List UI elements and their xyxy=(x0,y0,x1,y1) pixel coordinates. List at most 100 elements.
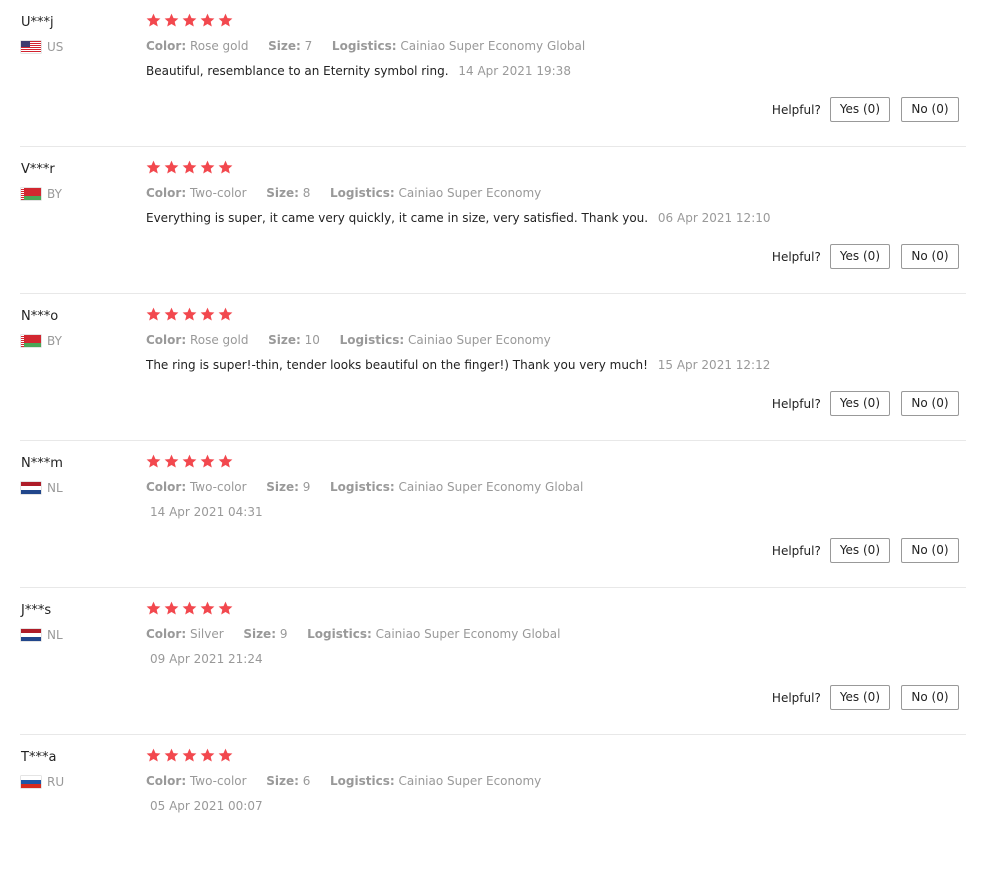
reviewer-name: T***a xyxy=(21,750,57,765)
star-icon xyxy=(200,307,215,322)
country-code: US xyxy=(47,40,64,54)
star-rating xyxy=(146,307,236,325)
helpful-yes-button[interactable]: Yes (0) xyxy=(829,244,890,269)
star-icon xyxy=(146,307,161,322)
helpful-no-button[interactable]: No (0) xyxy=(901,391,959,416)
color-label: Color: xyxy=(146,39,187,53)
product-specs: Color: Two-color Size: 8 Logistics: Cain… xyxy=(146,184,541,202)
reviewer-name: U***j xyxy=(21,15,54,30)
color-label: Color: xyxy=(146,774,187,788)
belarus-flag-icon xyxy=(21,188,41,200)
helpful-no-button[interactable]: No (0) xyxy=(901,244,959,269)
review-feedback: The ring is super!-thin, tender looks be… xyxy=(146,356,770,374)
helpful-label: Helpful? xyxy=(771,102,821,117)
star-icon xyxy=(182,160,197,175)
size-value: 8 xyxy=(302,186,311,200)
review-item: T***a RU Color: Two-color Size: 6 Logist… xyxy=(0,735,984,882)
helpful-controls: Helpful? Yes (0) No (0) xyxy=(772,538,959,563)
logistics-label: Logistics: xyxy=(331,39,397,53)
helpful-label: Helpful? xyxy=(771,690,821,705)
review-item: V***r BY Color: Two-color Size: 8 Logist… xyxy=(0,147,984,294)
reviewer-country: BY xyxy=(21,333,62,349)
review-feedback: Everything is super, it came very quickl… xyxy=(146,209,771,227)
color-label: Color: xyxy=(146,333,187,347)
reviewer-name: N***m xyxy=(21,456,63,471)
review-item: U***j US Color: Rose gold Size: 7 Logist… xyxy=(0,0,984,147)
color-label: Color: xyxy=(146,186,187,200)
star-icon xyxy=(182,454,197,469)
reviewer-country: NL xyxy=(21,627,63,643)
netherlands-flag-icon xyxy=(21,629,41,641)
star-icon xyxy=(146,13,161,28)
helpful-yes-button[interactable]: Yes (0) xyxy=(829,538,890,563)
review-feedback: Beautiful, resemblance to an Eternity sy… xyxy=(146,62,571,80)
helpful-controls: Helpful? Yes (0) No (0) xyxy=(772,391,959,416)
star-icon xyxy=(164,748,179,763)
review-text: Beautiful, resemblance to an Eternity sy… xyxy=(146,64,449,78)
color-value: Rose gold xyxy=(189,333,249,347)
logistics-label: Logistics: xyxy=(330,480,395,494)
country-code: NL xyxy=(47,481,63,495)
star-icon xyxy=(218,601,233,616)
logistics-value: Cainiao Super Economy xyxy=(398,774,542,788)
reviewer-name: V***r xyxy=(21,162,55,177)
star-icon xyxy=(146,454,161,469)
helpful-no-button[interactable]: No (0) xyxy=(901,538,959,563)
helpful-no-button[interactable]: No (0) xyxy=(901,685,959,710)
reviewer-country: RU xyxy=(21,774,64,790)
color-label: Color: xyxy=(146,480,187,494)
country-code: NL xyxy=(47,628,63,642)
logistics-value: Cainiao Super Economy Global xyxy=(375,627,561,641)
russia-flag-icon xyxy=(21,776,41,788)
color-value: Rose gold xyxy=(189,39,249,53)
review-date: 15 Apr 2021 12:12 xyxy=(657,358,771,372)
size-label: Size: xyxy=(243,627,276,641)
star-icon xyxy=(218,307,233,322)
country-code: RU xyxy=(47,775,65,789)
logistics-label: Logistics: xyxy=(330,186,395,200)
helpful-controls: Helpful? Yes (0) No (0) xyxy=(772,244,959,269)
star-icon xyxy=(182,307,197,322)
logistics-value: Cainiao Super Economy xyxy=(398,186,542,200)
review-date: 05 Apr 2021 00:07 xyxy=(150,799,263,813)
star-icon xyxy=(164,160,179,175)
helpful-yes-button[interactable]: Yes (0) xyxy=(829,685,890,710)
star-rating xyxy=(146,601,236,619)
helpful-yes-button[interactable]: Yes (0) xyxy=(829,97,890,122)
helpful-controls: Helpful? Yes (0) No (0) xyxy=(772,685,959,710)
color-value: Two-color xyxy=(189,480,247,494)
color-label: Color: xyxy=(146,627,187,641)
star-icon xyxy=(164,13,179,28)
helpful-controls: Helpful? Yes (0) No (0) xyxy=(772,97,959,122)
reviewer-name: N***o xyxy=(21,309,59,324)
review-date: 09 Apr 2021 21:24 xyxy=(150,652,263,666)
color-value: Two-color xyxy=(189,774,247,788)
star-icon xyxy=(200,601,215,616)
star-icon xyxy=(146,160,161,175)
star-rating xyxy=(146,454,236,472)
logistics-label: Logistics: xyxy=(307,627,372,641)
helpful-label: Helpful? xyxy=(771,249,821,264)
size-value: 6 xyxy=(302,774,311,788)
review-date: 06 Apr 2021 12:10 xyxy=(657,211,771,225)
star-rating xyxy=(146,748,236,766)
star-icon xyxy=(200,160,215,175)
size-label: Size: xyxy=(268,333,301,347)
star-icon xyxy=(182,13,197,28)
helpful-label: Helpful? xyxy=(771,396,821,411)
star-icon xyxy=(146,601,161,616)
review-date: 14 Apr 2021 04:31 xyxy=(150,505,263,519)
size-value: 10 xyxy=(304,333,320,347)
review-item: N***o BY Color: Rose gold Size: 10 Logis… xyxy=(0,294,984,441)
star-icon xyxy=(182,748,197,763)
product-specs: Color: Two-color Size: 9 Logistics: Cain… xyxy=(146,478,583,496)
review-text: Everything is super, it came very quickl… xyxy=(146,211,649,225)
star-icon xyxy=(218,13,233,28)
size-value: 9 xyxy=(302,480,311,494)
size-label: Size: xyxy=(268,39,301,53)
logistics-value: Cainiao Super Economy Global xyxy=(398,480,584,494)
helpful-no-button[interactable]: No (0) xyxy=(901,97,959,122)
star-rating xyxy=(146,160,236,178)
us-flag-icon xyxy=(21,41,41,53)
helpful-yes-button[interactable]: Yes (0) xyxy=(829,391,890,416)
